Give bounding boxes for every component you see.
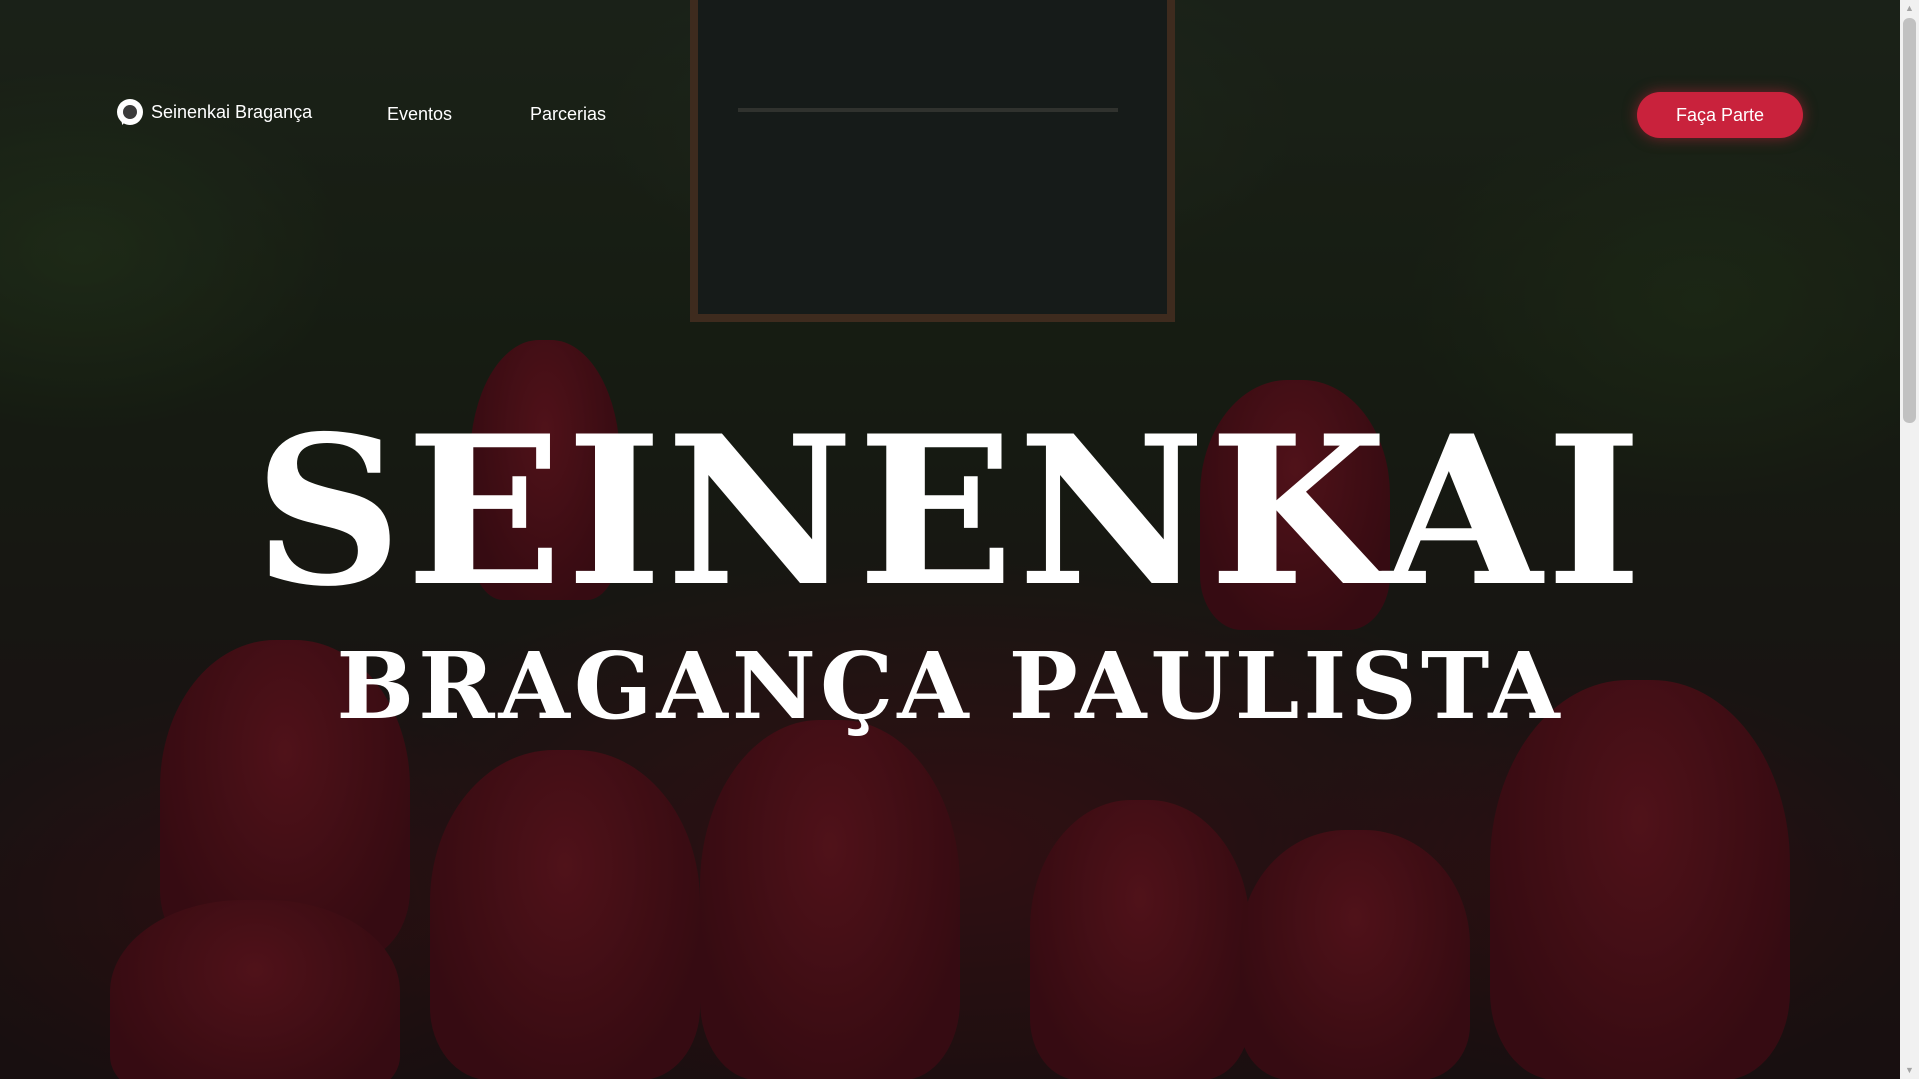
- nav-link-eventos[interactable]: Eventos: [387, 104, 452, 125]
- scroll-down-arrow-icon[interactable]: ▼: [1900, 1062, 1919, 1079]
- scrollbar-thumb[interactable]: [1903, 18, 1916, 423]
- hero-title: SEINENKAI: [253, 392, 1647, 632]
- page-scrollbar[interactable]: ▲ ▼: [1900, 0, 1919, 1079]
- top-navigation: Seinenkai Bragança Eventos Parcerias Faç…: [0, 0, 1900, 230]
- brand-label: Seinenkai Bragança: [151, 101, 313, 122]
- chat-bubble-icon: [117, 99, 143, 125]
- hero-subtitle: BRAGANÇA PAULISTA: [336, 632, 1564, 740]
- hero-section: Seinenkai Bragança Eventos Parcerias Faç…: [0, 0, 1900, 1079]
- nav-link-parcerias[interactable]: Parcerias: [530, 104, 606, 125]
- scroll-up-arrow-icon[interactable]: ▲: [1900, 0, 1919, 17]
- join-button[interactable]: Faça Parte: [1637, 92, 1803, 138]
- brand-link[interactable]: Seinenkai Bragança: [117, 99, 312, 125]
